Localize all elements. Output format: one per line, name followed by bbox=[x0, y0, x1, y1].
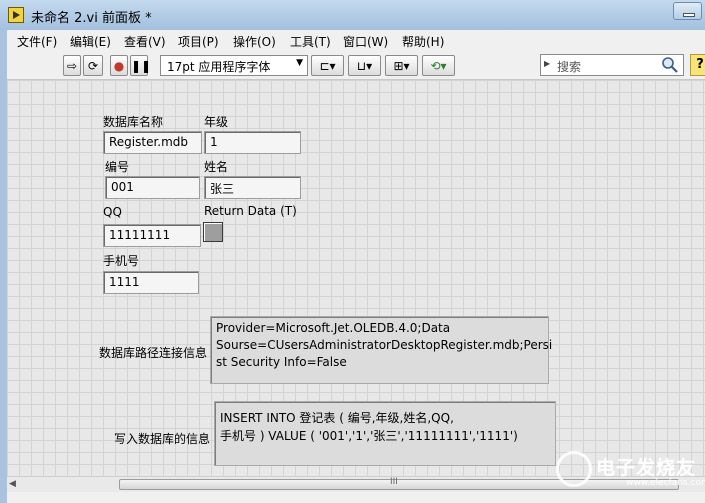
reorder-icon: ⟲▾ bbox=[430, 59, 447, 73]
menu-tools[interactable]: 工具(T) bbox=[290, 33, 331, 50]
status-bar bbox=[7, 492, 705, 503]
pause-icon: ❚❚ bbox=[131, 59, 152, 73]
distribute-objects-icon: ⊔▾ bbox=[356, 59, 373, 73]
write-info-line: INSERT INTO 登记表 ( 编号,年级,姓名,QQ, bbox=[220, 411, 454, 425]
write-info-label: 写入数据库的信息 bbox=[114, 432, 211, 446]
abort-stop-icon: ● bbox=[113, 59, 125, 73]
watermark-url: www.elecfans.com bbox=[626, 478, 705, 488]
resize-objects-icon: ⊞▾ bbox=[393, 59, 410, 73]
front-panel-canvas: 数据库名称 Register.mdb 年级 1 编号 001 姓名 张三 QQ … bbox=[7, 80, 705, 476]
chevron-down-icon: ▼ bbox=[296, 58, 303, 68]
scrollbar-grip: III bbox=[390, 477, 398, 487]
menu-help[interactable]: 帮助(H) bbox=[402, 33, 444, 50]
id-label: 编号 bbox=[105, 160, 130, 174]
db-name-label: 数据库名称 bbox=[103, 115, 164, 129]
connection-info-line: st Security Info=False bbox=[216, 355, 347, 369]
abort-button[interactable]: ● bbox=[110, 55, 128, 76]
write-info-line: 手机号 ) VALUE ( '001','1','张三','11111111',… bbox=[220, 429, 518, 443]
menu-bar: 文件(F) 编辑(E) 查看(V) 项目(P) 操作(O) 工具(T) 窗口(W… bbox=[7, 30, 705, 50]
run-button[interactable]: ⇨ bbox=[63, 55, 81, 76]
id-value: 001 bbox=[111, 180, 134, 194]
window-left-border bbox=[0, 30, 7, 503]
id-field[interactable]: 001 bbox=[105, 176, 200, 199]
grade-field[interactable]: 1 bbox=[204, 131, 301, 154]
write-info-textbox[interactable]: INSERT INTO 登记表 ( 编号,年级,姓名,QQ, 手机号 ) VAL… bbox=[214, 401, 556, 466]
align-objects-button[interactable]: ⊏▾ bbox=[311, 55, 344, 76]
grade-value: 1 bbox=[210, 135, 218, 149]
qq-label: QQ bbox=[103, 205, 122, 219]
watermark-text: 电子发烧友 bbox=[596, 457, 697, 479]
db-name-field[interactable]: Register.mdb bbox=[103, 131, 202, 154]
resize-objects-button[interactable]: ⊞▾ bbox=[385, 55, 418, 76]
run-continuously-icon: ⟳ bbox=[87, 59, 99, 73]
phone-label: 手机号 bbox=[103, 254, 140, 268]
menu-edit[interactable]: 编辑(E) bbox=[70, 33, 111, 50]
watermark: 电子发烧友 www.elecfans.com bbox=[556, 451, 705, 491]
qq-field[interactable]: 11111111 bbox=[103, 224, 201, 247]
minimize-button[interactable] bbox=[673, 2, 702, 20]
name-field[interactable]: 张三 bbox=[204, 176, 301, 199]
pause-button[interactable]: ❚❚ bbox=[130, 55, 152, 76]
return-data-boolean-button[interactable] bbox=[203, 222, 223, 242]
search-placeholder: 搜索 bbox=[557, 60, 582, 74]
search-expand-icon: ▶ bbox=[544, 59, 551, 68]
menu-window[interactable]: 窗口(W) bbox=[343, 33, 388, 50]
watermark-logo-icon bbox=[556, 451, 592, 487]
title-bar: 未命名 2.vi 前面板 * bbox=[0, 0, 705, 30]
font-select-value: 17pt 应用程序字体 bbox=[167, 60, 271, 74]
run-arrow-icon: ⇨ bbox=[66, 59, 78, 73]
context-help-button[interactable]: ? bbox=[690, 54, 705, 76]
align-objects-icon: ⊏▾ bbox=[319, 59, 336, 73]
phone-value: 1111 bbox=[109, 275, 140, 289]
name-value: 张三 bbox=[210, 182, 235, 196]
scroll-left-arrow-icon[interactable]: ◀ bbox=[9, 479, 16, 489]
search-icon[interactable] bbox=[661, 56, 679, 74]
db-name-value: Register.mdb bbox=[109, 135, 189, 149]
run-continuously-button[interactable]: ⟳ bbox=[83, 55, 103, 76]
connection-info-label: 数据库路径连接信息 bbox=[99, 346, 208, 360]
window-title: 未命名 2.vi 前面板 * bbox=[31, 11, 152, 26]
qq-value: 11111111 bbox=[109, 228, 171, 242]
name-label: 姓名 bbox=[204, 160, 229, 174]
labview-app-icon bbox=[8, 7, 24, 23]
search-box[interactable]: ▶ 搜索 bbox=[540, 54, 684, 76]
menu-file[interactable]: 文件(F) bbox=[17, 33, 57, 50]
font-select[interactable]: 17pt 应用程序字体 ▼ bbox=[160, 55, 308, 76]
menu-view[interactable]: 查看(V) bbox=[124, 33, 166, 50]
return-data-label: Return Data (T) bbox=[204, 204, 297, 218]
menu-project[interactable]: 项目(P) bbox=[178, 33, 219, 50]
distribute-objects-button[interactable]: ⊔▾ bbox=[348, 55, 381, 76]
grade-label: 年级 bbox=[204, 115, 229, 129]
menu-operate[interactable]: 操作(O) bbox=[233, 33, 276, 50]
phone-field[interactable]: 1111 bbox=[103, 271, 199, 294]
reorder-button[interactable]: ⟲▾ bbox=[422, 55, 455, 76]
toolbar: ⇨ ⟳ ● ❚❚ 17pt 应用程序字体 ▼ ⊏▾ ⊔▾ ⊞▾ ⟲▾ ▶ 搜索 … bbox=[7, 50, 705, 80]
connection-info-line: Provider=Microsoft.Jet.OLEDB.4.0;Data bbox=[216, 321, 451, 335]
connection-info-textbox[interactable]: Provider=Microsoft.Jet.OLEDB.4.0;Data So… bbox=[210, 316, 553, 384]
connection-info-line: Sourse=CUsersAdministratorDesktopRegiste… bbox=[216, 338, 553, 352]
